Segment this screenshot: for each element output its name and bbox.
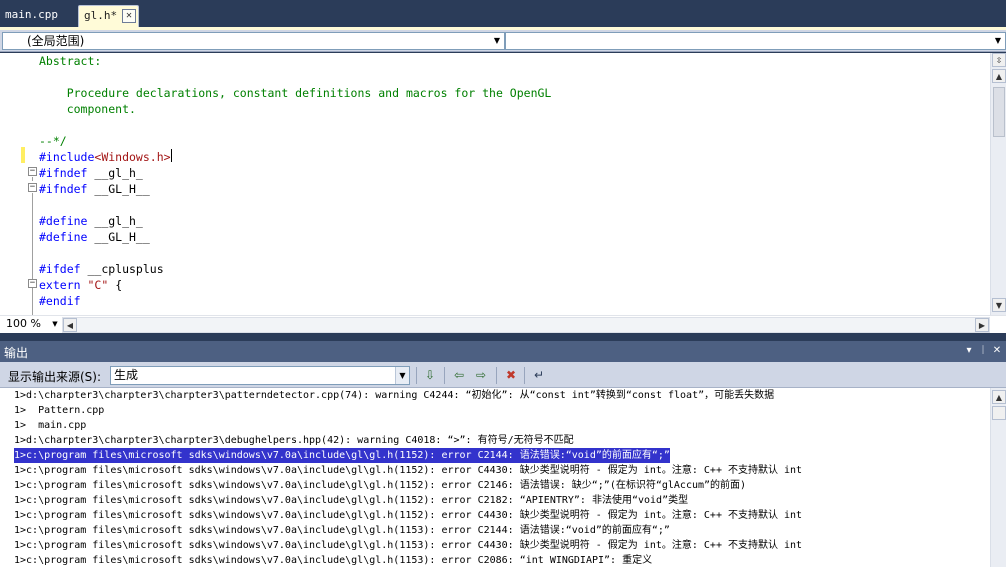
output-line[interactable]: 1> Pattern.cpp <box>14 403 104 418</box>
tab-gl-h[interactable]: gl.h* ✕ <box>78 5 139 27</box>
panel-splitter[interactable] <box>0 333 1006 341</box>
close-icon[interactable]: ✕ <box>122 9 136 23</box>
toolbar-separator <box>496 367 497 384</box>
window-position-icon[interactable]: ▾ <box>962 344 976 358</box>
code-line: #endif <box>39 293 81 309</box>
output-panel-titlebar: 输出 ▾ ᛁ ✕ <box>0 341 1006 362</box>
code-line: Abstract: <box>39 54 102 68</box>
code-line: component. <box>39 102 136 116</box>
next-message-icon[interactable]: ⇨ <box>472 367 490 384</box>
output-toolbar: 显示输出来源(S): 生成 ▼ ⇩ ⇦ ⇨ ✖ ↵ <box>0 362 1006 388</box>
macro-name: __gl_h_ <box>87 166 143 180</box>
output-line[interactable]: 1>c:\program files\microsoft sdks\window… <box>14 553 652 567</box>
output-line[interactable]: 1>c:\program files\microsoft sdks\window… <box>14 478 746 493</box>
preprocessor-keyword: #define <box>39 230 88 244</box>
scroll-down-icon[interactable]: ▼ <box>992 298 1006 312</box>
macro-name: __GL_H__ <box>87 230 150 244</box>
split-handle-icon[interactable]: ⇳ <box>992 53 1006 67</box>
zoom-value: 100 % <box>6 317 41 330</box>
scroll-up-icon[interactable]: ▲ <box>992 390 1006 404</box>
scroll-right-icon[interactable]: ▶ <box>975 318 989 332</box>
output-text-area[interactable]: 1>d:\charpter3\charpter3\charpter3\patte… <box>0 388 990 567</box>
extern-keyword: extern <box>39 278 81 292</box>
code-line: #define __gl_h_ <box>39 213 143 229</box>
editor-vertical-scrollbar[interactable]: ⇳ ▲ ▼ <box>990 53 1006 315</box>
fold-line <box>32 193 33 315</box>
code-editor[interactable]: − − − Abstract: Procedure declarations, … <box>0 53 990 315</box>
fold-line <box>32 177 33 181</box>
pin-icon[interactable]: ᛁ <box>976 344 990 358</box>
output-line[interactable]: 1>c:\program files\microsoft sdks\window… <box>14 493 688 508</box>
string-literal: "C" <box>87 278 109 292</box>
toolbar-separator <box>444 367 445 384</box>
code-line: #ifndef __GL_H__ <box>39 181 150 197</box>
editor-bottom-bar: 100 % ▼ ◀ ▶ <box>0 315 1006 333</box>
editor-horizontal-scrollbar[interactable]: ◀ ▶ <box>62 317 990 333</box>
code-line: --*/ <box>39 134 67 148</box>
scroll-up-icon[interactable]: ▲ <box>992 69 1006 83</box>
close-icon[interactable]: ✕ <box>990 344 1004 358</box>
output-line[interactable]: 1>c:\program files\microsoft sdks\window… <box>14 463 802 478</box>
output-line-selected[interactable]: 1>c:\program files\microsoft sdks\window… <box>14 448 670 463</box>
preprocessor-keyword: #define <box>39 214 88 228</box>
include-target: <Windows.h> <box>94 150 171 164</box>
output-panel-title: 输出 <box>4 346 29 360</box>
preprocessor-keyword: #ifdef <box>39 262 81 276</box>
scroll-left-icon[interactable]: ◀ <box>63 318 77 332</box>
prev-message-icon[interactable]: ⇦ <box>450 367 468 384</box>
clear-all-icon[interactable]: ✖ <box>502 367 520 384</box>
member-dropdown[interactable]: ▼ <box>505 32 1006 50</box>
code-line: Procedure declarations, constant definit… <box>39 86 552 100</box>
output-line[interactable]: 1>c:\program files\microsoft sdks\window… <box>14 523 670 538</box>
output-line[interactable]: 1>d:\charpter3\charpter3\charpter3\patte… <box>14 388 774 403</box>
code-line: #ifdef __cplusplus <box>39 261 164 277</box>
output-vertical-scrollbar[interactable]: ▲ <box>990 388 1006 567</box>
preprocessor-keyword: #ifndef <box>39 166 88 180</box>
output-line[interactable]: 1> main.cpp <box>14 418 86 433</box>
chevron-down-icon: ▼ <box>395 367 409 384</box>
collapse-icon[interactable]: − <box>28 279 37 288</box>
preprocessor-keyword: #endif <box>39 294 81 308</box>
output-source-label: 显示输出来源(S): <box>8 370 102 384</box>
code-line: #include<Windows.h> <box>39 149 171 165</box>
output-source-value: 生成 <box>114 368 139 382</box>
zoom-dropdown[interactable]: 100 % ▼ <box>2 317 60 333</box>
scrollbar-thumb[interactable] <box>992 406 1006 420</box>
tab-main-cpp[interactable]: main.cpp <box>0 5 76 27</box>
collapse-icon[interactable]: − <box>28 167 37 176</box>
code-line: extern "C" { <box>39 277 122 293</box>
output-source-dropdown[interactable]: 生成 ▼ <box>110 366 410 385</box>
tab-label: gl.h* <box>84 9 118 22</box>
code-line: #define __GL_H__ <box>39 229 150 245</box>
navigation-bar: (全局范围) ▼ ▼ <box>0 30 1006 52</box>
chevron-down-icon: ▼ <box>493 36 501 45</box>
scope-value: (全局范围) <box>27 34 85 48</box>
go-to-line-icon[interactable]: ⇩ <box>421 367 439 384</box>
macro-name: __GL_H__ <box>87 182 150 196</box>
chevron-down-icon: ▼ <box>52 320 58 328</box>
code-line: #ifndef __gl_h_ <box>39 165 143 181</box>
chevron-down-icon: ▼ <box>994 36 1002 45</box>
scope-dropdown[interactable]: (全局范围) ▼ <box>2 32 505 50</box>
word-wrap-icon[interactable]: ↵ <box>530 367 548 384</box>
preprocessor-keyword: #ifndef <box>39 182 88 196</box>
preprocessor-keyword: #include <box>39 150 95 164</box>
tab-label: main.cpp <box>5 8 58 21</box>
unsaved-change-marker <box>21 147 25 163</box>
scrollbar-thumb[interactable] <box>993 87 1005 137</box>
editor-gutter <box>0 53 22 315</box>
output-line[interactable]: 1>c:\program files\microsoft sdks\window… <box>14 538 802 553</box>
output-line[interactable]: 1>c:\program files\microsoft sdks\window… <box>14 508 802 523</box>
macro-name: __cplusplus <box>80 262 164 276</box>
text-caret <box>171 149 172 162</box>
toolbar-separator <box>416 367 417 384</box>
macro-name: __gl_h_ <box>87 214 143 228</box>
collapse-icon[interactable]: − <box>28 183 37 192</box>
output-line[interactable]: 1>d:\charpter3\charpter3\charpter3\debug… <box>14 433 574 448</box>
document-tab-strip: main.cpp gl.h* ✕ <box>0 0 1006 30</box>
toolbar-separator <box>524 367 525 384</box>
brace: { <box>108 278 123 292</box>
